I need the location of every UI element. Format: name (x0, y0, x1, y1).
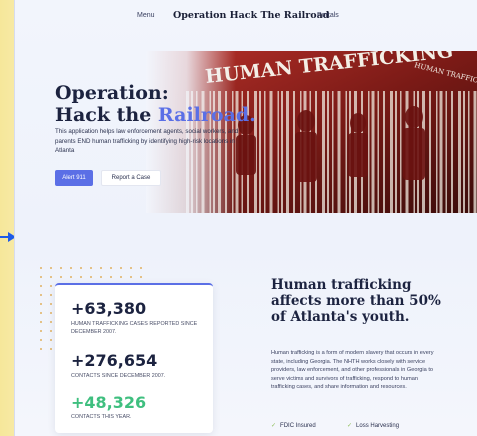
nav-portals-link[interactable]: Portals (317, 12, 339, 19)
stat-caption: CONTACTS SINCE DECEMBER 2007. (71, 373, 166, 379)
stat-value: +48,326 (71, 393, 147, 412)
site-title[interactable]: Operation Hack The Railroad (173, 10, 329, 21)
hero-title-accent: Railroad. (157, 104, 256, 126)
page-frame: Menu Operation Hack The Railroad Portals (14, 0, 477, 436)
stat-caption: HUMAN TRAFFICKING CASES REPORTED SINCE D… (71, 321, 198, 335)
stat-value: +276,654 (71, 351, 158, 370)
hero-description: This application helps law enforcement a… (55, 128, 239, 154)
top-nav: Menu Operation Hack The Railroad Portals (15, 0, 477, 34)
check-icon: ✓ (347, 423, 353, 429)
alert-911-button[interactable]: Alert 911 (55, 170, 93, 186)
check-icon: ✓ (271, 423, 277, 429)
feature-item: ✓ FDIC Insured (271, 423, 316, 429)
report-case-button[interactable]: Report a Case (101, 170, 161, 186)
feature-item: ✓ Loss Harvesting (347, 423, 400, 429)
hero-title: Operation: Hack the Railroad. (55, 82, 256, 126)
stat-value: +63,380 (71, 299, 147, 318)
stats-card: +63,380 HUMAN TRAFFICKING CASES REPORTED… (55, 283, 213, 433)
info-body: Human trafficking is a form of modern sl… (271, 350, 434, 391)
info-heading: Human trafficking affects more than 50% … (271, 277, 441, 325)
feature-list: ✓ FDIC Insured ✓ Loss Harvesting (271, 422, 461, 432)
stat-caption: CONTACTS THIS YEAR. (71, 414, 132, 420)
nav-menu-link[interactable]: Menu (137, 12, 155, 19)
